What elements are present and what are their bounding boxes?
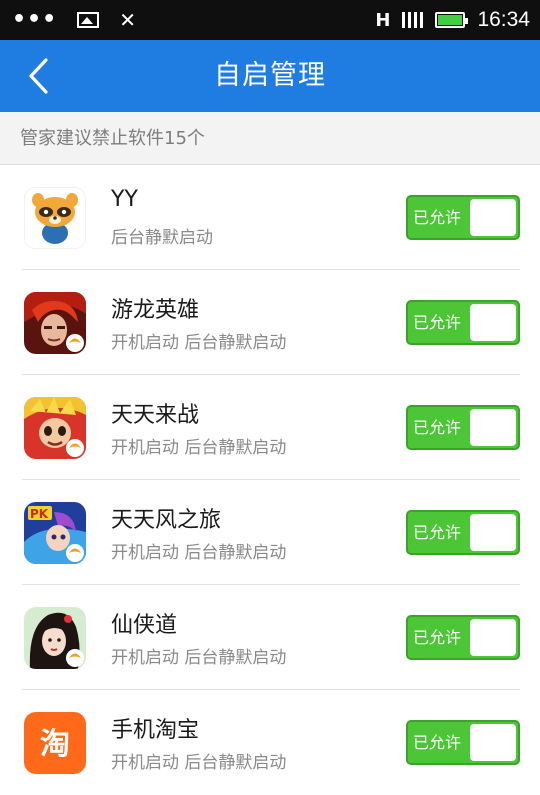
app-name: 仙侠道 xyxy=(111,613,178,638)
app-startup-desc: 后台静默启动 xyxy=(111,228,213,248)
app-name: 游龙英雄 xyxy=(111,298,200,323)
youlong-hero-icon xyxy=(24,292,86,354)
more-notifications-icon: ••• xyxy=(12,7,58,32)
toggle-knob xyxy=(470,199,516,236)
close-notification-icon: ✕ xyxy=(119,8,136,32)
app-startup-desc: 开机启动 后台静默启动 xyxy=(111,753,287,773)
toggle-knob xyxy=(470,724,516,761)
chevron-left-icon xyxy=(29,58,48,94)
toggle-knob xyxy=(470,304,516,341)
app-startup-desc: 开机启动 后台静默启动 xyxy=(111,543,287,563)
toggle-label: 已允许 xyxy=(413,208,462,227)
network-h-icon: H xyxy=(375,9,391,31)
autostart-toggle[interactable]: 已允许 xyxy=(406,615,520,660)
toggle-label: 已允许 xyxy=(413,523,462,542)
toggle-label: 已允许 xyxy=(413,733,462,752)
toggle-label: 已允许 xyxy=(413,418,462,437)
xianxiadao-icon xyxy=(24,607,86,669)
tiantian-laizhan-icon xyxy=(24,397,86,459)
tiantian-fengzhilv-icon: PK xyxy=(24,502,86,564)
toggle-label: 已允许 xyxy=(413,313,462,332)
list-item: 游龙英雄 开机启动 后台静默启动 已允许 xyxy=(0,270,540,375)
status-time: 16:34 xyxy=(477,8,530,31)
toggle-knob xyxy=(470,619,516,656)
autostart-toggle[interactable]: 已允许 xyxy=(406,720,520,765)
toggle-knob xyxy=(470,409,516,446)
app-name: YY xyxy=(111,187,138,212)
status-bar: ••• ✕ H 16:34 xyxy=(0,0,540,40)
app-startup-desc: 开机启动 后台静默启动 xyxy=(111,333,287,353)
app-startup-desc: 开机启动 后台静默启动 xyxy=(111,648,287,668)
taobao-icon: 淘 xyxy=(24,712,86,774)
app-list: YY 后台静默启动 已允许 游龙英雄 开机启动 后台静默启动 已允许 天天来战 … xyxy=(0,165,540,795)
list-item: 天天来战 开机启动 后台静默启动 已允许 xyxy=(0,375,540,480)
back-button[interactable] xyxy=(14,52,62,100)
list-item: 淘 手机淘宝 开机启动 后台静默启动 已允许 xyxy=(0,690,540,795)
title-bar: 自启管理 xyxy=(0,40,540,112)
app-name: 手机淘宝 xyxy=(111,718,200,743)
autostart-toggle[interactable]: 已允许 xyxy=(406,300,520,345)
list-item: 仙侠道 开机启动 后台静默启动 已允许 xyxy=(0,585,540,690)
signal-icon xyxy=(402,12,424,28)
list-item: YY 后台静默启动 已允许 xyxy=(0,165,540,270)
page-title: 自启管理 xyxy=(214,60,326,91)
suggestion-notice: 管家建议禁止软件15个 xyxy=(0,112,540,165)
taobao-icon-text: 淘 xyxy=(40,727,70,762)
toggle-knob xyxy=(470,514,516,551)
toggle-label: 已允许 xyxy=(413,628,462,647)
list-item: PK 天天风之旅 开机启动 后台静默启动 已允许 xyxy=(0,480,540,585)
autostart-toggle[interactable]: 已允许 xyxy=(406,510,520,555)
battery-icon xyxy=(435,12,469,28)
autostart-toggle[interactable]: 已允许 xyxy=(406,195,520,240)
app-startup-desc: 开机启动 后台静默启动 xyxy=(111,438,287,458)
svg-text:PK: PK xyxy=(30,507,49,521)
autostart-toggle[interactable]: 已允许 xyxy=(406,405,520,450)
app-name: 天天风之旅 xyxy=(111,508,222,533)
app-name: 天天来战 xyxy=(111,403,200,428)
yy-raccoon-icon xyxy=(24,187,86,249)
image-notification-icon xyxy=(77,12,100,28)
